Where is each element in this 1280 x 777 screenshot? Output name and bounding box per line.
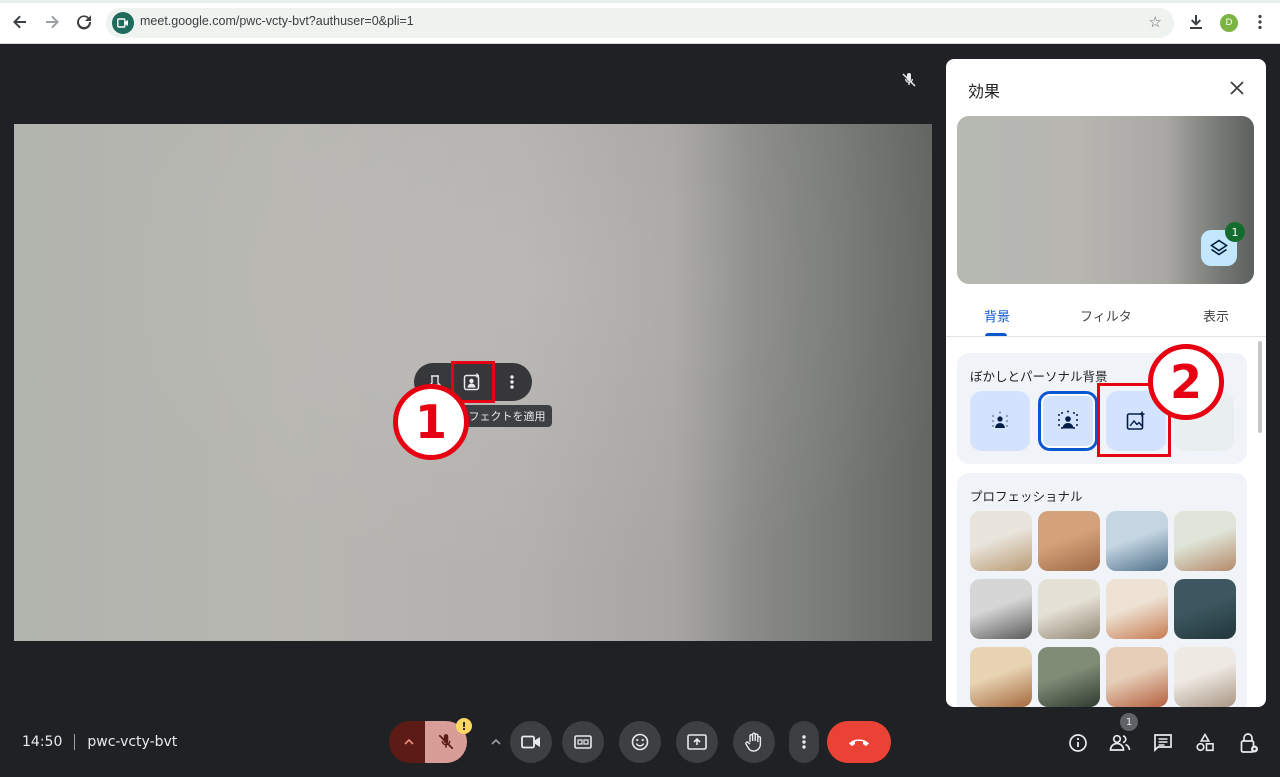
tab-filter[interactable]: フィルタ <box>1080 306 1132 325</box>
meeting-time: 14:50 <box>22 734 63 750</box>
tab-strip <box>0 0 1280 3</box>
full-blur-icon <box>1058 410 1078 429</box>
meeting-info: 14:50 pwc-vcty-bvt <box>22 734 177 750</box>
annotation-step-2: 2 <box>1148 344 1224 420</box>
background-thumb-garden-patio[interactable] <box>1038 647 1100 707</box>
background-thumb-desk-plants[interactable] <box>1106 579 1168 639</box>
hand-icon <box>745 732 762 752</box>
camera-icon <box>521 735 540 749</box>
scrollbar[interactable] <box>1258 341 1262 433</box>
close-icon[interactable] <box>1225 76 1249 100</box>
slight-blur-icon <box>992 411 1008 428</box>
background-thumb-brick-cafe[interactable] <box>1106 647 1168 707</box>
download-icon[interactable] <box>1185 11 1207 33</box>
applied-effects-count: 1 <box>1225 222 1245 242</box>
divider <box>74 734 76 750</box>
chat-icon[interactable] <box>1151 731 1175 755</box>
browser-toolbar: meet.google.com/pwc-vcty-bvt?authuser=0&… <box>0 0 1280 44</box>
background-thumb-glass-office[interactable] <box>1106 511 1168 571</box>
full-blur-option[interactable] <box>1038 391 1098 451</box>
raise-hand-button[interactable] <box>733 721 775 763</box>
audio-settings-button[interactable] <box>389 721 429 763</box>
bookmark-star-icon[interactable]: ☆ <box>1149 13 1162 31</box>
background-thumb-bookshelf-room[interactable] <box>970 511 1032 571</box>
background-thumb-living-room[interactable] <box>970 647 1032 707</box>
captions-icon <box>574 735 592 749</box>
tab-appearance[interactable]: 表示 <box>1203 306 1229 325</box>
people-icon[interactable] <box>1108 731 1132 755</box>
url-text[interactable]: meet.google.com/pwc-vcty-bvt?authuser=0&… <box>140 14 414 28</box>
reactions-button[interactable] <box>619 721 661 763</box>
captions-button[interactable] <box>562 721 604 763</box>
annotation-step-1: 1 <box>393 384 469 460</box>
panel-title: 効果 <box>968 82 1001 101</box>
people-count-badge: 1 <box>1120 713 1138 731</box>
browser-menu-icon[interactable] <box>1249 11 1271 33</box>
address-bar[interactable]: meet.google.com/pwc-vcty-bvt?authuser=0&… <box>106 8 1174 38</box>
mic-warning-badge: ! <box>456 718 472 734</box>
forward-icon[interactable] <box>41 11 63 33</box>
profile-avatar[interactable]: D <box>1220 14 1238 32</box>
background-thumb-library-chair[interactable] <box>970 579 1032 639</box>
professional-section: プロフェッショナル <box>957 473 1247 707</box>
activities-icon[interactable] <box>1193 731 1217 755</box>
mic-off-icon <box>438 734 454 750</box>
back-icon[interactable] <box>9 11 31 33</box>
more-vert-icon <box>802 735 806 749</box>
section-title-blur: ぼかしとパーソナル背景 <box>970 369 1108 384</box>
background-thumb-wood-wall-plant[interactable] <box>1038 511 1100 571</box>
slight-blur-option[interactable] <box>970 391 1030 451</box>
present-button[interactable] <box>676 721 718 763</box>
camera-toggle-button[interactable] <box>510 721 552 763</box>
end-call-icon <box>849 739 869 746</box>
more-options-button[interactable] <box>789 721 819 763</box>
reload-icon[interactable] <box>73 11 95 33</box>
tile-more-icon[interactable] <box>498 368 526 396</box>
apply-effects-tooltip: フェクトを適用 <box>462 405 552 427</box>
divider <box>946 336 1266 337</box>
background-thumb-night-window[interactable] <box>1174 579 1236 639</box>
background-thumb-green-lounge[interactable] <box>1174 511 1236 571</box>
tab-background[interactable]: 背景 <box>984 306 1010 325</box>
meet-site-icon <box>112 12 134 34</box>
emoji-icon <box>631 733 649 751</box>
section-title-professional: プロフェッショナル <box>970 489 1083 504</box>
present-icon <box>687 734 707 750</box>
host-controls-icon[interactable] <box>1237 731 1261 755</box>
mic-off-indicator-icon <box>901 72 917 92</box>
leave-call-button[interactable] <box>827 721 891 763</box>
meeting-code: pwc-vcty-bvt <box>87 734 178 750</box>
background-thumb-white-lamp[interactable] <box>1174 647 1236 707</box>
meeting-details-icon[interactable] <box>1066 731 1090 755</box>
background-thumb-lamp-room[interactable] <box>1038 579 1100 639</box>
